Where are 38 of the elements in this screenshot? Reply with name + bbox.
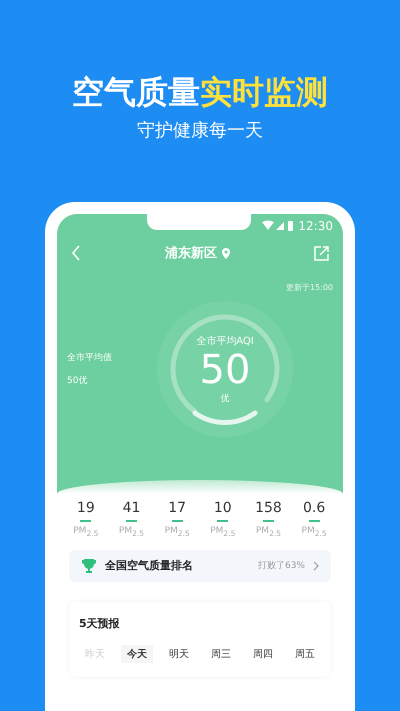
pollutant-name: PM$_{2.5}$ bbox=[210, 526, 236, 538]
pollutant-value: 41 bbox=[122, 500, 140, 516]
pollutant-value: 19 bbox=[76, 500, 95, 516]
city-average-label: 全市平均值 bbox=[67, 352, 113, 364]
pollutant-name: PM$_{2.5}$ bbox=[164, 526, 190, 538]
gauge-label: 全市平均AQI bbox=[196, 334, 254, 348]
day-tab[interactable]: 周三 bbox=[205, 644, 237, 663]
subtitle: 守护健康每一天 bbox=[137, 119, 263, 142]
pollutant-value: 0.6 bbox=[302, 500, 326, 516]
location-title: 浦东新区 bbox=[165, 244, 217, 262]
pollutant-name: PM$_{2.5}$ bbox=[118, 526, 144, 538]
pollutant-value: 10 bbox=[214, 500, 232, 516]
forecast-title: 5天预报 bbox=[79, 616, 121, 631]
ranking-card[interactable]: 全国空气质量排名 打败了63% bbox=[69, 550, 331, 582]
pollutant-value: 17 bbox=[168, 500, 186, 516]
pollutant-name: PM$_{2.5}$ bbox=[302, 526, 327, 538]
chevron-icon bbox=[313, 560, 319, 571]
status-time: 12:30 bbox=[298, 219, 333, 233]
aqi-value: 50 bbox=[200, 348, 250, 392]
pollutant-name: PM$_{2.5}$ bbox=[256, 526, 282, 538]
trophy-icon bbox=[81, 558, 97, 574]
ranking-result: 打败了63% bbox=[258, 560, 305, 572]
ranking-title: 全国空气质量排名 bbox=[105, 558, 194, 574]
back-icon[interactable] bbox=[71, 245, 81, 261]
city-average-value: 50优 bbox=[67, 374, 88, 387]
headline-text: 空气质量 bbox=[72, 72, 200, 112]
day-tab[interactable]: 明天 bbox=[163, 644, 195, 663]
pollutant-name: PM$_{2.5}$ bbox=[73, 526, 98, 538]
share-icon[interactable] bbox=[314, 246, 329, 260]
signal-battery-icon bbox=[262, 220, 294, 232]
day-tab[interactable]: 周五 bbox=[289, 644, 321, 663]
day-tab[interactable]: 周四 bbox=[247, 644, 279, 663]
day-tab[interactable]: 今天 bbox=[121, 644, 153, 663]
headline-text: 实时监测 bbox=[200, 72, 328, 112]
location-pin-icon bbox=[222, 248, 230, 258]
pollutant-value: 158 bbox=[255, 500, 282, 516]
update-time: 更新于15:00 bbox=[284, 282, 333, 293]
aqi-grade: 优 bbox=[220, 392, 230, 404]
